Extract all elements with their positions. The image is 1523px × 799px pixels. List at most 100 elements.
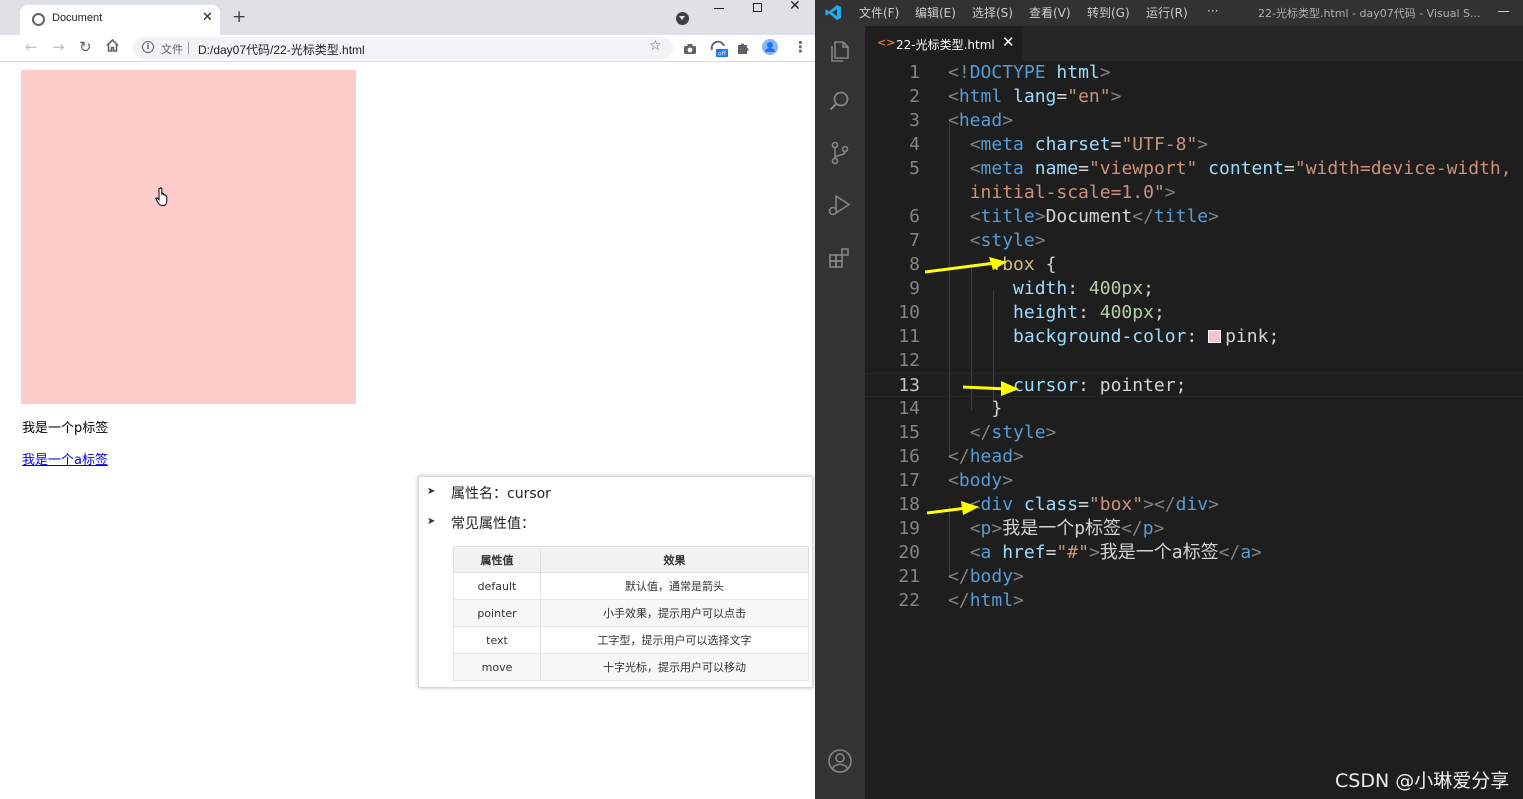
code-line: 20 <a href="#">我是一个a标签</a>	[865, 541, 1523, 565]
table-cell: default	[453, 572, 541, 600]
code-line: initial-scale=1.0">	[969, 182, 1176, 203]
search-icon[interactable]	[827, 88, 853, 114]
back-button[interactable]: ←	[25, 38, 38, 56]
menu-run[interactable]: 运行(R)	[1146, 4, 1188, 21]
code-line: 7 <style>	[865, 229, 1523, 253]
browser-menu-icon[interactable]: ⋮	[793, 38, 808, 56]
bookmark-star-icon[interactable]: ☆	[649, 38, 662, 54]
minimize-button[interactable]	[1498, 11, 1509, 12]
yellow-arrow-icon	[927, 501, 979, 515]
code-line: 21 </body>	[865, 565, 1523, 589]
extension-toggle-icon[interactable]: off	[709, 38, 729, 62]
bullet-arrow-icon: ➤	[427, 516, 436, 527]
code-line: 2 <html lang="en">	[865, 85, 1523, 109]
menu-go[interactable]: 转到(G)	[1087, 4, 1130, 21]
tab-close-icon[interactable]: ✕	[1002, 33, 1015, 51]
line-number: 13	[898, 375, 920, 396]
browser-tab[interactable]: Document ✕	[20, 5, 220, 35]
line-number: 20	[898, 542, 920, 563]
line-number: 11	[898, 326, 920, 347]
code-line: 4 <meta charset="UTF-8">	[865, 133, 1523, 157]
svg-text:off: off	[718, 50, 727, 58]
menu-edit[interactable]: 编辑(E)	[915, 4, 956, 21]
line-number: 10	[898, 302, 920, 323]
anchor-link[interactable]: 我是一个a标签	[22, 449, 108, 468]
tab-search-icon[interactable]	[676, 12, 689, 25]
cursor-values-table: 属性值 效果 default 默认值，通常是箭头 pointer 小手效果，提示…	[453, 546, 809, 681]
editor-tab[interactable]: <> 22-光标类型.html ✕	[865, 26, 1022, 61]
hand-pointer-icon	[155, 187, 168, 206]
pink-box[interactable]	[21, 70, 356, 404]
forward-button[interactable]: →	[52, 38, 65, 56]
color-swatch[interactable]	[1208, 330, 1222, 343]
table-header: 效果	[540, 546, 809, 573]
editor-tab-label: 22-光标类型.html	[896, 38, 995, 52]
camera-icon[interactable]	[683, 40, 697, 59]
code-editor[interactable]: 1 <!DOCTYPE html> 2 <html lang="en"> 3 <hea…	[865, 61, 1523, 799]
line-number: 17	[898, 470, 920, 491]
code-line: 9 width: 400px;	[865, 277, 1523, 301]
slide-bullet-1: 属性名：cursor	[451, 486, 551, 502]
code-line: 3 <head>	[865, 109, 1523, 133]
yellow-arrow-icon	[925, 257, 1007, 274]
address-bar[interactable]: i 文件 D:/day07代码/22-光标类型.html ☆	[133, 37, 673, 59]
window-title: 22-光标类型.html - day07代码 - Visual S...	[1258, 7, 1481, 20]
url-text[interactable]: D:/day07代码/22-光标类型.html	[198, 41, 365, 58]
code-line: 16 </head>	[865, 445, 1523, 469]
menu-selection[interactable]: 选择(S)	[972, 4, 1013, 21]
code-line: 10 height: 400px;	[865, 301, 1523, 325]
new-tab-button[interactable]: +	[232, 8, 246, 26]
tab-title: Document	[52, 12, 103, 24]
profile-avatar-icon[interactable]	[762, 39, 778, 59]
line-number: 5	[909, 158, 920, 179]
line-number: 2	[909, 86, 920, 107]
source-control-icon[interactable]	[827, 140, 853, 166]
paragraph-text: 我是一个p标签	[22, 421, 109, 436]
minimize-button[interactable]	[714, 8, 724, 9]
table-cell: pointer	[453, 599, 541, 627]
browser-window: Document ✕ + ✕ ← → ↻ i 文件 D:/day07代码/22-…	[0, 0, 815, 799]
extensions-icon[interactable]	[827, 244, 853, 270]
explorer-files-icon[interactable]	[827, 38, 853, 64]
browser-tab-bar: Document ✕ + ✕	[0, 0, 815, 35]
table-cell: text	[453, 626, 541, 654]
cursor-slide-panel: ➤ 属性名：cursor ➤ 常见属性值： 属性值 效果 default 默认值…	[418, 476, 813, 688]
line-number: 15	[898, 422, 920, 443]
line-number: 7	[909, 230, 920, 251]
code-line: 12	[865, 349, 1523, 373]
info-icon[interactable]: i	[142, 41, 154, 53]
table-row: pointer 小手效果，提示用户可以点击	[453, 599, 809, 627]
code-line: 17 <body>	[865, 469, 1523, 493]
line-number: 3	[909, 110, 920, 131]
vscode-window: 文件(F) 编辑(E) 选择(S) 查看(V) 转到(G) 运行(R) ··· …	[815, 0, 1523, 799]
account-icon[interactable]	[827, 748, 853, 774]
line-number: 18	[898, 494, 920, 515]
globe-icon	[32, 13, 45, 26]
code-line: 1 <!DOCTYPE html>	[865, 61, 1523, 85]
line-number: 19	[898, 518, 920, 539]
code-line: 5 <meta name="viewport" content="width=d…	[865, 157, 1523, 181]
tab-close-icon[interactable]: ✕	[202, 11, 213, 25]
table-row: default 默认值，通常是箭头	[453, 572, 809, 600]
menu-more[interactable]: ···	[1207, 4, 1218, 18]
table-cell: move	[453, 653, 541, 681]
activity-bar	[815, 26, 865, 799]
table-row: move 十字光标，提示用户可以移动	[453, 653, 809, 681]
code-line: 19 <p>我是一个p标签</p>	[865, 517, 1523, 541]
menu-file[interactable]: 文件(F)	[859, 4, 899, 21]
puzzle-extensions-icon[interactable]	[736, 40, 750, 59]
run-debug-icon[interactable]	[827, 192, 853, 218]
table-cell: 工字型，提示用户可以选择文字	[540, 626, 809, 654]
line-number: 21	[898, 566, 920, 587]
code-line: 14 }	[865, 397, 1523, 421]
maximize-button[interactable]	[753, 3, 762, 12]
editor-tab-bar: <> 22-光标类型.html ✕	[865, 26, 1523, 61]
home-button[interactable]	[105, 38, 120, 57]
line-number: 12	[898, 350, 920, 371]
close-window-button[interactable]: ✕	[789, 0, 801, 14]
menu-view[interactable]: 查看(V)	[1029, 4, 1071, 21]
reload-button[interactable]: ↻	[79, 38, 92, 56]
site-label: 文件	[161, 43, 183, 56]
bullet-arrow-icon: ➤	[427, 486, 436, 497]
browser-toolbar: ← → ↻ i 文件 D:/day07代码/22-光标类型.html ☆ off…	[0, 35, 815, 62]
